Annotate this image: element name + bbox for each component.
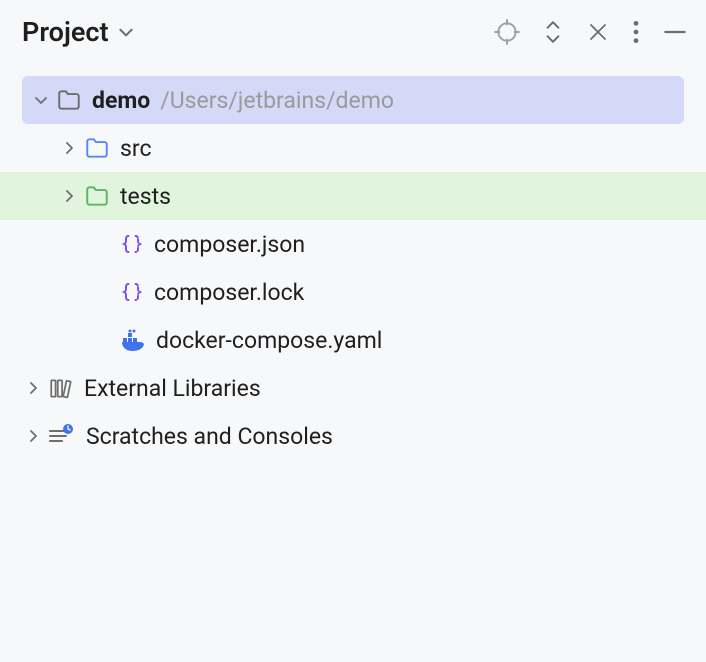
json-file-icon: [120, 280, 144, 304]
chevron-right-icon[interactable]: [58, 188, 80, 204]
tree-node-composer-lock[interactable]: composer.lock: [0, 268, 706, 316]
node-label: Scratches and Consoles: [86, 423, 333, 450]
project-tree: demo /Users/jetbrains/demo src: [0, 64, 706, 662]
locate-icon[interactable]: [494, 19, 520, 45]
test-folder-icon: [84, 183, 110, 209]
tree-node-scratches[interactable]: Scratches and Consoles: [0, 412, 706, 460]
panel-title: Project: [22, 16, 109, 48]
more-options-icon[interactable]: [632, 19, 640, 45]
docker-file-icon: [120, 328, 146, 352]
node-label: composer.lock: [154, 279, 304, 306]
tree-node-tests[interactable]: tests: [0, 172, 706, 220]
expand-collapse-icon[interactable]: [542, 19, 564, 45]
tree-node-external-libraries[interactable]: External Libraries: [0, 364, 706, 412]
tree-node-root[interactable]: demo /Users/jetbrains/demo: [22, 76, 684, 124]
tree-node-docker-compose[interactable]: docker-compose.yaml: [0, 316, 706, 364]
minimize-icon[interactable]: [662, 19, 688, 45]
view-mode-dropdown[interactable]: [117, 23, 135, 41]
node-label: composer.json: [154, 231, 305, 258]
project-tool-window: Project: [0, 0, 706, 662]
chevron-right-icon[interactable]: [22, 380, 44, 396]
chevron-right-icon[interactable]: [22, 428, 44, 444]
folder-icon: [56, 87, 82, 113]
node-label: External Libraries: [84, 375, 261, 402]
chevron-right-icon[interactable]: [58, 140, 80, 156]
node-label: tests: [120, 183, 171, 210]
library-icon: [48, 375, 74, 401]
tree-node-composer-json[interactable]: composer.json: [0, 220, 706, 268]
panel-actions: [494, 19, 688, 45]
tree-node-src[interactable]: src: [0, 124, 706, 172]
source-folder-icon: [84, 135, 110, 161]
chevron-down-icon[interactable]: [30, 92, 52, 108]
node-label: docker-compose.yaml: [156, 327, 382, 354]
panel-header: Project: [0, 0, 706, 64]
node-label: demo: [92, 87, 150, 114]
node-label: src: [120, 135, 152, 162]
collapse-all-icon[interactable]: [586, 20, 610, 44]
node-path: /Users/jetbrains/demo: [160, 87, 394, 114]
json-file-icon: [120, 232, 144, 256]
scratches-icon: [48, 424, 76, 448]
